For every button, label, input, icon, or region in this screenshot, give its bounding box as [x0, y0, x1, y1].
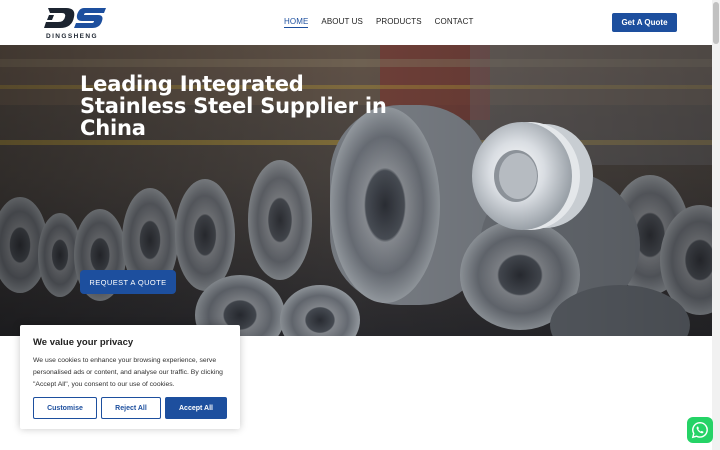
ds-logo-mark: [44, 8, 106, 28]
main-nav: HOME ABOUT US PRODUCTS CONTACT: [284, 17, 473, 28]
reject-all-button[interactable]: Reject All: [101, 397, 161, 419]
whatsapp-icon: [691, 421, 708, 439]
customise-button[interactable]: Customise: [33, 397, 97, 419]
nav-products[interactable]: PRODUCTS: [376, 17, 422, 28]
nav-contact[interactable]: CONTACT: [435, 17, 474, 28]
page: DINGSHENG HOME ABOUT US PRODUCTS CONTACT…: [0, 0, 720, 450]
accept-all-button[interactable]: Accept All: [165, 397, 227, 419]
scrollbar-thumb[interactable]: [713, 2, 719, 44]
hero-title: Leading Integrated Stainless Steel Suppl…: [80, 72, 387, 140]
site-header: DINGSHENG HOME ABOUT US PRODUCTS CONTACT…: [0, 0, 712, 45]
hero-banner: Leading Integrated Stainless Steel Suppl…: [0, 45, 720, 336]
cookie-consent-dialog: We value your privacy We use cookies to …: [20, 325, 240, 429]
site-logo[interactable]: DINGSHENG: [44, 6, 108, 42]
cookie-actions: Customise Reject All Accept All: [33, 397, 227, 419]
cookie-title: We value your privacy: [33, 337, 134, 348]
whatsapp-button[interactable]: [687, 417, 713, 443]
nav-home[interactable]: HOME: [284, 17, 309, 28]
cookie-description: We use cookies to enhance your browsing …: [33, 357, 223, 388]
request-a-quote-button[interactable]: REQUEST A QUOTE: [80, 270, 176, 294]
brand-name: DINGSHENG: [46, 33, 98, 40]
featured-coil-image: [472, 122, 593, 230]
get-a-quote-button[interactable]: Get A Quote: [612, 13, 677, 32]
nav-about-us[interactable]: ABOUT US: [321, 17, 363, 28]
page-scrollbar[interactable]: [712, 0, 720, 450]
